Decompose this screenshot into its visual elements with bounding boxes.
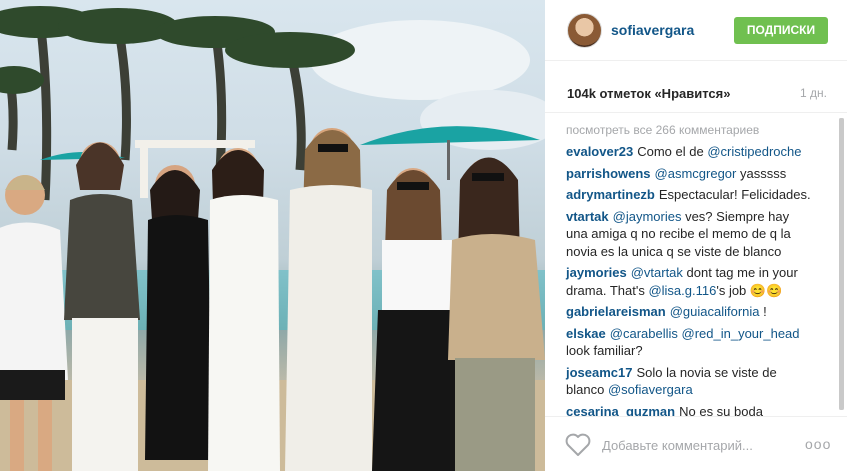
follow-button[interactable]: ПОДПИСКИ: [734, 17, 828, 44]
comment-item: parrishowens @asmcgregor yasssss: [566, 165, 811, 183]
comment-username[interactable]: elskae: [566, 326, 606, 341]
comment-username[interactable]: evalover23: [566, 144, 633, 159]
comment-text: Espectacular! Felicidades.: [658, 187, 811, 202]
comment-username[interactable]: adrymartinezb: [566, 187, 655, 202]
comment-item: vtartak @jaymories ves? Siempre hay una a…: [566, 208, 811, 261]
avatar[interactable]: [567, 13, 602, 48]
mention-link[interactable]: @vtartak: [631, 265, 683, 280]
comment-item: gabrielareisman @guiacalifornia !: [566, 303, 811, 321]
comment-list: evalover23 Como el de @cristipedroche par…: [566, 143, 811, 416]
post-author-username[interactable]: sofiavergara: [611, 22, 694, 38]
comment-item: evalover23 Como el de @cristipedroche: [566, 143, 811, 161]
add-comment-input[interactable]: Добавьте комментарий...: [602, 438, 753, 453]
comment-username[interactable]: parrishowens: [566, 166, 651, 181]
more-options-icon[interactable]: ooo: [805, 436, 831, 452]
mention-link[interactable]: @jaymories: [613, 209, 682, 224]
comment-text: !: [759, 304, 767, 319]
comments-scrollbar-thumb[interactable]: [839, 118, 844, 410]
comment-text: look familiar?: [566, 343, 643, 358]
group-photo-illustration: [0, 6, 545, 471]
post-photo[interactable]: [0, 0, 545, 471]
comment-item: jaymories @vtartak dont tag me in your dr…: [566, 264, 811, 299]
likes-count[interactable]: 104k отметок «Нравится»: [567, 86, 730, 101]
mention-link[interactable]: @red_in_your_head: [682, 326, 800, 341]
post-age[interactable]: 1 дн.: [800, 86, 827, 100]
mention-link[interactable]: @sofiavergara: [608, 382, 693, 397]
post-side-panel: sofiavergara ПОДПИСКИ 104k отметок «Нрав…: [545, 0, 847, 471]
post-footer: Добавьте комментарий... ooo: [545, 416, 847, 472]
mention-link[interactable]: @guiacalifornia: [670, 304, 760, 319]
post-header: sofiavergara ПОДПИСКИ: [545, 0, 847, 61]
comment-username[interactable]: vtartak: [566, 209, 609, 224]
comment-item: adrymartinezb Espectacular! Felicidades.: [566, 186, 811, 204]
comment-text: No es su boda: [679, 403, 763, 417]
view-all-comments-link[interactable]: посмотреть все 266 комментариев: [566, 123, 759, 137]
comment-username[interactable]: jaymories: [566, 265, 627, 280]
comment-username[interactable]: cesarina_guzman: [566, 404, 675, 417]
comment-item: joseamc17 Solo la novia se viste de blanc…: [566, 364, 811, 399]
comment-item: cesarina_guzman No es su boda: [566, 403, 811, 417]
comments-section[interactable]: посмотреть все 266 комментариев evalover…: [545, 112, 847, 416]
comment-item: elskae @carabellis @red_in_your_head look…: [566, 325, 811, 360]
comment-username[interactable]: joseamc17: [566, 365, 633, 380]
comment-text: 's job 😊😊: [716, 282, 783, 298]
mention-link[interactable]: @lisa.g.116: [648, 283, 716, 298]
comment-username[interactable]: gabrielareisman: [566, 304, 666, 319]
comment-text: yasssss: [736, 165, 787, 181]
mention-link[interactable]: @cristipedroche: [707, 144, 801, 159]
comment-text: Como el de: [637, 144, 704, 159]
heart-icon[interactable]: [565, 433, 591, 457]
likes-row: 104k отметок «Нравится» 1 дн.: [567, 86, 827, 101]
mention-link[interactable]: @carabellis: [610, 326, 678, 341]
mention-link[interactable]: @asmcgregor: [655, 166, 737, 181]
